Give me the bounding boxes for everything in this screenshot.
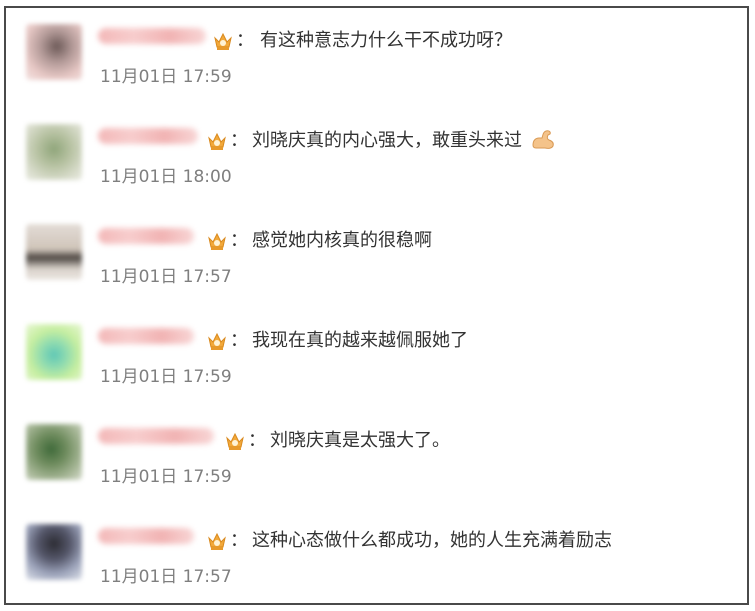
comment-item: ： 刘晓庆真的内心强大，敢重头来过 11月01日 18:00 xyxy=(6,108,747,208)
crown-badge-icon xyxy=(208,132,226,150)
crown-badge-icon xyxy=(226,432,244,450)
comment-timestamp: 11月01日 17:57 xyxy=(100,267,232,287)
comment-text: 感觉她内核真的很稳啊 xyxy=(252,230,432,251)
username-blurred[interactable] xyxy=(98,28,206,44)
colon-separator: ： xyxy=(230,230,248,251)
colon-separator: ： xyxy=(236,30,254,51)
avatar[interactable] xyxy=(26,524,82,580)
comment-text: 这种心态做什么都成功，她的人生充满着励志 xyxy=(252,530,612,551)
comment-item: ： 感觉她内核真的很稳啊 11月01日 17:57 xyxy=(6,208,747,308)
comment-text: 我现在真的越来越佩服她了 xyxy=(252,330,468,351)
crown-badge-icon xyxy=(208,332,226,350)
comment-timestamp: 11月01日 17:59 xyxy=(100,67,232,87)
colon-separator: ： xyxy=(248,430,266,451)
comment-timestamp: 11月01日 17:59 xyxy=(100,467,232,487)
username-blurred[interactable] xyxy=(98,428,214,444)
comment-item: ： 我现在真的越来越佩服她了 11月01日 17:59 xyxy=(6,308,747,408)
crown-badge-icon xyxy=(214,32,232,50)
flexed-biceps-icon xyxy=(532,130,554,149)
avatar[interactable] xyxy=(26,424,82,480)
comment-list: ： 有这种意志力什么干不成功呀？ 11月01日 17:59 ： 刘晓庆真的内心强… xyxy=(4,6,749,605)
crown-badge-icon xyxy=(208,532,226,550)
comment-text-content: 刘晓庆真的内心强大，敢重头来过 xyxy=(252,130,522,151)
avatar[interactable] xyxy=(26,124,82,180)
comment-item: ： 有这种意志力什么干不成功呀？ 11月01日 17:59 xyxy=(6,8,747,108)
comment-item: ： 刘晓庆真是太强大了。 11月01日 17:59 xyxy=(6,408,747,508)
avatar[interactable] xyxy=(26,224,82,280)
username-blurred[interactable] xyxy=(98,328,194,344)
crown-badge-icon xyxy=(208,232,226,250)
colon-separator: ： xyxy=(230,530,248,551)
comment-item: ： 这种心态做什么都成功，她的人生充满着励志 11月01日 17:57 xyxy=(6,508,747,608)
comment-timestamp: 11月01日 18:00 xyxy=(100,167,232,187)
comment-text: 有这种意志力什么干不成功呀？ xyxy=(260,30,512,51)
username-blurred[interactable] xyxy=(98,228,194,244)
comment-timestamp: 11月01日 17:57 xyxy=(100,567,232,587)
username-blurred[interactable] xyxy=(98,528,194,544)
avatar[interactable] xyxy=(26,24,82,80)
comment-text: 刘晓庆真的内心强大，敢重头来过 xyxy=(252,126,556,152)
username-blurred[interactable] xyxy=(98,128,198,144)
comment-timestamp: 11月01日 17:59 xyxy=(100,367,232,387)
comment-text: 刘晓庆真是太强大了。 xyxy=(270,430,450,451)
colon-separator: ： xyxy=(230,330,248,351)
avatar[interactable] xyxy=(26,324,82,380)
colon-separator: ： xyxy=(230,130,248,151)
